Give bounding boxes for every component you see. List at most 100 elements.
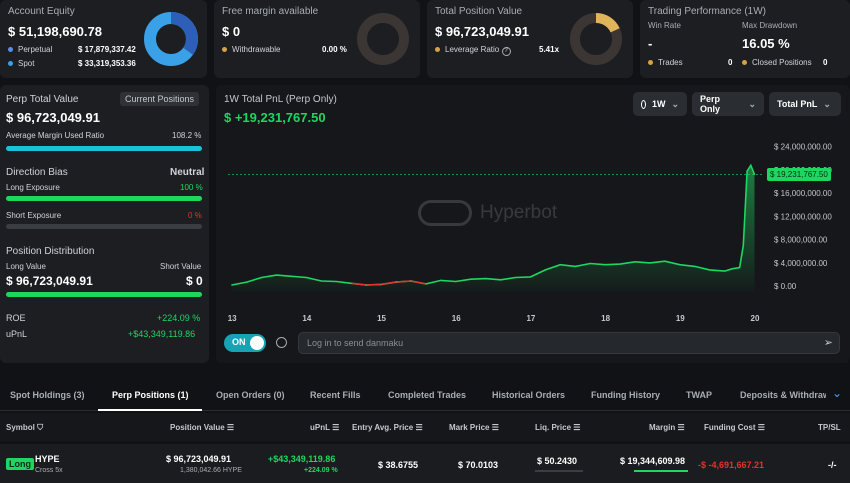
trades-label: Trades [658, 58, 683, 67]
closed-legend: Closed Positions [742, 58, 812, 67]
help-icon[interactable]: ? [501, 47, 511, 56]
filter-icon[interactable]: ⛉ [37, 423, 43, 432]
short-exposure-bar [6, 224, 202, 229]
pnl-point [320, 280, 322, 282]
x-tick-label: 17 [526, 314, 535, 323]
watermark: Hyperbot [418, 200, 557, 226]
y-tick-label: $ 0.00 [774, 282, 797, 291]
pnl-point [231, 284, 233, 286]
pnl-point [440, 279, 442, 281]
current-positions-button[interactable]: Current Positions [120, 92, 200, 106]
tab-deposits-withdraw[interactable]: Deposits & Withdraw [740, 390, 826, 400]
pnl-point [724, 270, 726, 272]
sort-icon[interactable]: ☰ [758, 423, 765, 432]
closed-label: Closed Positions [752, 58, 812, 67]
active-tab-indicator [98, 409, 202, 411]
col-upnl[interactable]: uPnL ☰ [310, 423, 339, 432]
y-tick-label: $ 12,000,000.00 [774, 212, 832, 221]
pnl-point [290, 275, 293, 277]
col-symbol[interactable]: Symbol ⛉ [6, 423, 43, 433]
pnl-point [470, 278, 472, 280]
long-exposure-bar [6, 196, 202, 201]
row-position-value: $ 96,723,049.91 [166, 454, 232, 464]
tab-funding-history[interactable]: Funding History [591, 390, 660, 400]
tab-spot-holdings[interactable]: Spot Holdings (3) [10, 390, 85, 400]
col-funding[interactable]: Funding Cost ☰ [704, 423, 765, 432]
position-donut [570, 13, 622, 65]
equity-donut [144, 12, 198, 66]
pnl-area [231, 165, 755, 292]
send-icon[interactable]: ➢ [824, 336, 833, 349]
metric-dropdown[interactable]: Total PnL ⌄ [769, 92, 841, 116]
tab-historical-orders[interactable]: Historical Orders [492, 390, 565, 400]
row-mode: Cross 5x [35, 467, 63, 474]
free-margin-title: Free margin available [222, 6, 319, 17]
danmaku-placeholder: Log in to send danmaku [307, 338, 404, 348]
danmaku-settings-icon[interactable] [276, 337, 287, 348]
metric-label: Total PnL [777, 99, 818, 109]
col-margin[interactable]: Margin ☰ [649, 423, 685, 432]
tab-open-orders[interactable]: Open Orders (0) [216, 390, 285, 400]
tab-recent-fills[interactable]: Recent Fills [310, 390, 361, 400]
tab-completed-trades[interactable]: Completed Trades [388, 390, 466, 400]
pnl-point [529, 276, 532, 278]
sort-icon[interactable]: ☰ [573, 423, 580, 432]
col-entry[interactable]: Entry Avg. Price ☰ [352, 423, 423, 432]
long-value: $ 96,723,049.91 [6, 274, 93, 288]
pnl-point [753, 173, 756, 176]
max-drawdown-label: Max Drawdown [742, 21, 798, 30]
sort-icon[interactable]: ☰ [492, 423, 499, 432]
current-value-tag[interactable]: $ 19,231,767.50 [767, 168, 831, 181]
tab-perp-positions[interactable]: Perp Positions (1) [112, 390, 189, 400]
perp-total-value: $ 96,723,049.91 [6, 110, 100, 125]
pnl-point [664, 260, 666, 262]
roe-label: ROE [6, 313, 26, 323]
col-margin-label: Margin [649, 423, 676, 432]
sort-icon[interactable]: ☰ [332, 423, 339, 432]
col-symbol-label: Symbol [6, 423, 35, 432]
leverage-legend: Leverage Ratio ? [435, 45, 511, 56]
x-tick-label: 14 [302, 314, 311, 323]
row-upnl-pct: +224.09 % [304, 467, 338, 474]
withdrawable-value: 0.00 % [322, 45, 347, 54]
pnl-point [261, 276, 263, 279]
col-position-value[interactable]: Position Value ☰ [170, 423, 234, 432]
chevron-down-icon: ⌄ [748, 98, 756, 109]
row-symbol[interactable]: HYPE [35, 454, 60, 464]
tabs-more-chevron-icon[interactable]: ⌄ [832, 386, 842, 400]
col-liq[interactable]: Liq. Price ☰ [535, 423, 580, 432]
sort-icon[interactable]: ☰ [415, 423, 422, 432]
position-value-card: Total Position Value $ 96,723,049.91 Lev… [427, 0, 633, 78]
row-liq: $ 50.2430 [537, 456, 578, 466]
row-margin: $ 19,344,609.98 [620, 456, 686, 466]
period-dropdown[interactable]: 1W ⌄ [633, 92, 687, 116]
position-value: $ 96,723,049.91 [435, 24, 529, 39]
y-tick-label: $ 8,000,000.00 [774, 236, 828, 245]
danmaku-input[interactable]: Log in to send danmaku ➢ [298, 332, 840, 354]
tab-twap[interactable]: TWAP [686, 390, 712, 400]
leverage-label: Leverage Ratio [445, 45, 500, 54]
col-mark-label: Mark Price [449, 423, 490, 432]
danmaku-toggle[interactable]: ON [224, 334, 266, 352]
x-tick-label: 20 [751, 314, 760, 323]
account-equity-value: $ 51,198,690.78 [8, 24, 102, 39]
col-mark[interactable]: Mark Price ☰ [449, 423, 499, 432]
avg-margin-value: 108.2 % [172, 131, 202, 140]
sort-icon[interactable]: ☰ [677, 423, 684, 432]
row-position-qty: 1,380,042.66 HYPE [180, 467, 242, 474]
position-distribution-bar [6, 292, 202, 297]
trading-performance-card: Trading Performance (1W) Win Rate - Max … [640, 0, 850, 78]
chevron-down-icon: ⌄ [823, 98, 831, 109]
col-tpsl: TP/SL [818, 423, 841, 432]
filter-dropdown[interactable]: Perp Only ⌄ [692, 92, 764, 116]
filter-label: Perp Only [700, 94, 721, 114]
upnl-value: +$43,349,119.86 [128, 329, 196, 339]
pnl-point [275, 274, 278, 276]
chevron-down-icon: ⌄ [671, 98, 679, 109]
y-tick-label: $ 16,000,000.00 [774, 189, 832, 198]
hyperbot-logo-icon [418, 200, 472, 226]
sort-icon[interactable]: ☰ [227, 423, 234, 432]
closed-value: 0 [823, 58, 828, 67]
pnl-point [485, 278, 487, 280]
pnl-point [335, 280, 337, 283]
